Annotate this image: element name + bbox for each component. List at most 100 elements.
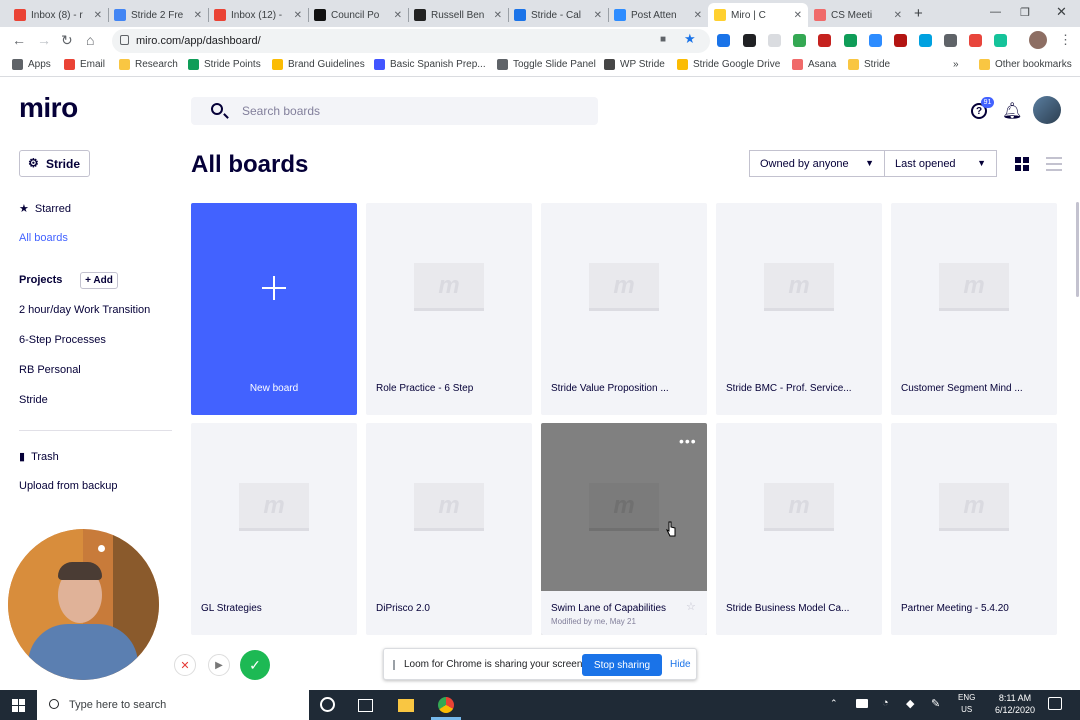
close-tab-icon[interactable]: ✕: [894, 10, 902, 21]
sidebar-project-item[interactable]: Stride: [19, 394, 48, 406]
sidebar-item-all-boards[interactable]: All boards: [19, 232, 68, 244]
hide-button[interactable]: Hide: [670, 659, 691, 670]
board-card[interactable]: Role Practice - 6 Step: [366, 203, 532, 415]
bookmark-item[interactable]: WP Stride: [604, 59, 665, 70]
bookmark-item[interactable]: Stride Points: [188, 59, 261, 70]
loom-cancel-button[interactable]: ✕: [174, 654, 196, 676]
extension-icon[interactable]: [717, 34, 730, 47]
list-view-icon[interactable]: [1046, 157, 1062, 171]
extension-icon[interactable]: [969, 34, 982, 47]
address-bar[interactable]: miro.com/app/dashboard/ ■: [112, 29, 710, 53]
forward-button[interactable]: →: [37, 32, 51, 48]
chevron-up-icon[interactable]: ⌃: [830, 698, 838, 709]
bookmark-item[interactable]: Brand Guidelines: [272, 59, 365, 70]
close-tab-icon[interactable]: ✕: [94, 10, 102, 21]
browser-tab[interactable]: Council Po ✕: [308, 3, 408, 27]
extension-icon[interactable]: [894, 34, 907, 47]
board-card[interactable]: Stride BMC - Prof. Service...: [716, 203, 882, 415]
board-card[interactable]: GL Strategies: [191, 423, 357, 635]
browser-menu-icon[interactable]: ⋮: [1059, 32, 1072, 48]
board-card[interactable]: Stride Business Model Ca...: [716, 423, 882, 635]
browser-tab[interactable]: Inbox (12) - ✕: [208, 3, 308, 27]
bookmark-item[interactable]: Toggle Slide Panel: [497, 59, 596, 70]
profile-avatar[interactable]: [1029, 31, 1047, 49]
browser-tab[interactable]: Miro | C ✕: [708, 3, 808, 27]
reload-button[interactable]: ↻: [61, 32, 73, 49]
sidebar-item-upload-backup[interactable]: Upload from backup: [19, 480, 117, 492]
minimize-button[interactable]: —: [990, 6, 1001, 18]
system-clock[interactable]: 8:11 AM 6/12/2020: [980, 692, 1050, 716]
bookmarks-overflow-button[interactable]: »: [953, 59, 959, 70]
board-card[interactable]: Partner Meeting - 5.4.20: [891, 423, 1057, 635]
file-explorer-icon[interactable]: [398, 699, 414, 712]
extension-icon[interactable]: [919, 34, 932, 47]
loom-finish-button[interactable]: ✓: [240, 650, 270, 680]
taskbar-search-input[interactable]: Type here to search: [37, 690, 309, 720]
browser-tab[interactable]: Inbox (8) - r ✕: [8, 3, 108, 27]
extension-icon[interactable]: [944, 34, 957, 47]
miro-logo[interactable]: miro: [19, 92, 78, 124]
sidebar-project-item[interactable]: 6-Step Processes: [19, 334, 106, 346]
bookmark-item[interactable]: Basic Spanish Prep...: [374, 59, 486, 70]
task-view-icon[interactable]: [358, 699, 373, 712]
close-tab-icon[interactable]: ✕: [494, 10, 502, 21]
other-bookmarks[interactable]: Other bookmarks: [979, 59, 1072, 70]
drag-handle-icon[interactable]: [393, 660, 395, 670]
close-tab-icon[interactable]: ✕: [794, 10, 802, 21]
extension-icon[interactable]: [743, 34, 756, 47]
new-tab-button[interactable]: +: [914, 5, 923, 22]
notifications-icon[interactable]: [1048, 697, 1062, 710]
dropbox-icon[interactable]: ◆: [906, 697, 914, 710]
bookmark-item[interactable]: Asana: [792, 59, 836, 70]
close-tab-icon[interactable]: ✕: [594, 10, 602, 21]
extension-icon[interactable]: [793, 34, 806, 47]
user-avatar[interactable]: [1033, 96, 1061, 124]
board-card[interactable]: Customer Segment Mind ...: [891, 203, 1057, 415]
grid-view-icon[interactable]: [1015, 157, 1029, 171]
browser-tab[interactable]: Stride - Cal ✕: [508, 3, 608, 27]
scrollbar[interactable]: [1076, 202, 1079, 297]
extension-icon[interactable]: [869, 34, 882, 47]
more-options-icon[interactable]: •••: [679, 433, 697, 449]
bookmark-item[interactable]: Research: [119, 59, 178, 70]
browser-tab[interactable]: Stride 2 Fre ✕: [108, 3, 208, 27]
loom-webcam-bubble[interactable]: [8, 529, 159, 680]
restore-button[interactable]: ❐: [1020, 6, 1030, 19]
notifications-bell-icon[interactable]: 🔔︎: [1002, 101, 1022, 121]
chrome-icon[interactable]: [438, 697, 454, 713]
bookmark-item[interactable]: Stride Google Drive: [677, 59, 780, 70]
sidebar-item-starred[interactable]: ★ Starred: [19, 202, 71, 215]
cortana-icon[interactable]: [320, 697, 335, 712]
tray-app-icon[interactable]: [856, 699, 868, 708]
extension-icon[interactable]: [768, 34, 781, 47]
sort-dropdown[interactable]: Last opened ▼: [884, 150, 997, 177]
close-tab-icon[interactable]: ✕: [694, 10, 702, 21]
browser-tab[interactable]: CS Meeti ✕: [808, 3, 908, 27]
browser-tab[interactable]: Russell Ben ✕: [408, 3, 508, 27]
back-button[interactable]: ←: [12, 32, 26, 48]
extension-icon[interactable]: [994, 34, 1007, 47]
extension-icon[interactable]: [844, 34, 857, 47]
camera-icon[interactable]: ■: [660, 34, 666, 45]
owner-filter-dropdown[interactable]: Owned by anyone ▼: [749, 150, 885, 177]
close-tab-icon[interactable]: ✕: [294, 10, 302, 21]
extension-icon[interactable]: [818, 34, 831, 47]
team-switcher-button[interactable]: ⚙ Stride: [19, 150, 90, 177]
board-card[interactable]: DiPrisco 2.0: [366, 423, 532, 635]
bookmark-star-icon[interactable]: ★: [684, 31, 696, 47]
close-tab-icon[interactable]: ✕: [194, 10, 202, 21]
home-button[interactable]: ⌂: [86, 32, 94, 48]
sidebar-project-item[interactable]: RB Personal: [19, 364, 81, 376]
wifi-icon[interactable]: ◔: [882, 697, 889, 709]
sidebar-project-item[interactable]: 2 hour/day Work Transition: [19, 304, 150, 316]
close-window-button[interactable]: ✕: [1056, 4, 1067, 20]
sidebar-item-trash[interactable]: ▮ Trash: [19, 450, 59, 463]
add-project-button[interactable]: + Add: [80, 272, 118, 289]
new-board-button[interactable]: New board: [191, 203, 357, 415]
board-card[interactable]: •••☆Modified by me, May 21Swim Lane of C…: [541, 423, 707, 635]
close-tab-icon[interactable]: ✕: [394, 10, 402, 21]
bookmark-item[interactable]: Email: [64, 59, 105, 70]
browser-tab[interactable]: Post Atten ✕: [608, 3, 708, 27]
search-boards-input[interactable]: Search boards: [191, 97, 598, 125]
loom-pause-button[interactable]: ▶: [208, 654, 230, 676]
